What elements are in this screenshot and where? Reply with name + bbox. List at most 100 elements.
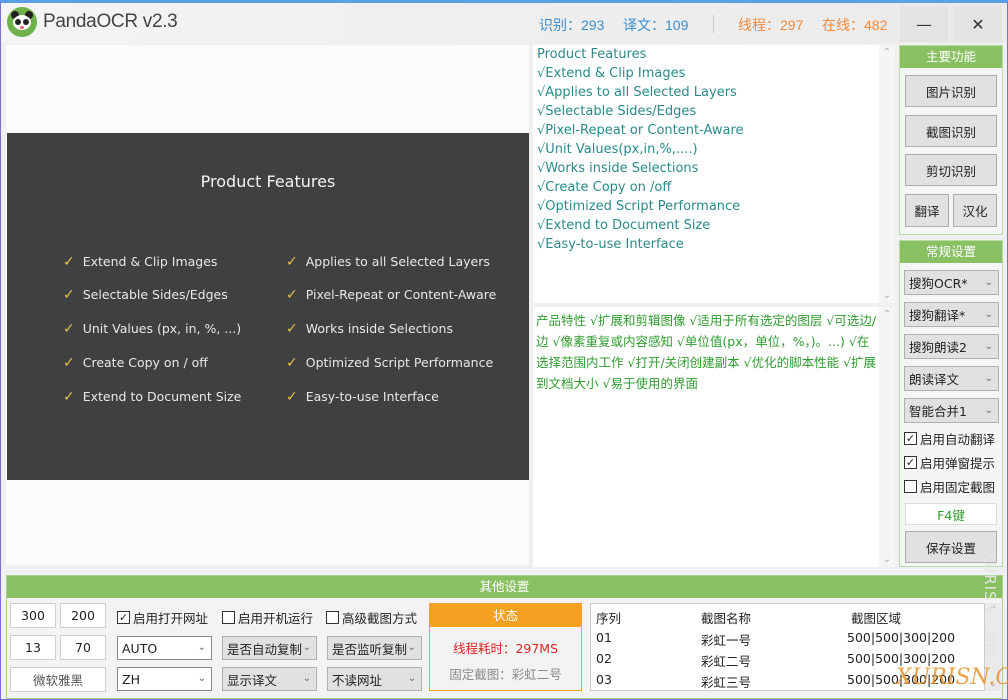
panda-logo-icon — [7, 7, 37, 37]
target-language-select[interactable]: ZH ⌄ — [117, 667, 212, 691]
stats-divider — [713, 15, 714, 33]
checkbox-empty-icon — [326, 611, 339, 624]
screenshot-ocr-button[interactable]: 截图识别 — [905, 115, 997, 147]
show-translation-select[interactable]: 显示译文 ⌄ — [222, 667, 317, 691]
startup-checkbox[interactable]: 启用开机运行 — [222, 608, 313, 627]
check-icon: ✓ — [286, 287, 298, 303]
chevron-down-icon: ⌄ — [407, 672, 416, 684]
clipboard-ocr-button[interactable]: 剪切识别 — [905, 154, 997, 186]
ocr-engine-select[interactable]: 搜狗OCR* ⌄ — [904, 270, 999, 295]
general-settings-group: 常规设置 搜狗OCR* ⌄ 搜狗翻译* ⌄ 搜狗朗读2 ⌄ 朗读译文 ⌄ 智能合并1 ⌄ … — [899, 240, 1003, 567]
scroll-up-icon[interactable]: ⌃ — [879, 47, 895, 58]
chevron-down-icon: ⌄ — [984, 372, 993, 384]
check-icon: ✓ — [286, 254, 298, 270]
ocr-line: √Works inside Selections — [537, 161, 699, 176]
height-input[interactable]: 200 — [60, 603, 106, 628]
tts-engine-select[interactable]: 搜狗朗读2 ⌄ — [904, 334, 999, 359]
feature-item: ✓ Works inside Selections — [286, 321, 453, 337]
scroll-down-icon[interactable]: ⌄ — [879, 554, 895, 565]
online-count: 在线：482 — [822, 17, 888, 33]
auto-translate-checkbox[interactable]: ✓ 启用自动翻译 — [904, 429, 995, 448]
checkbox-empty-icon — [222, 611, 235, 624]
chevron-down-icon: ⌄ — [984, 404, 993, 416]
merge-mode-select[interactable]: 智能合并1 ⌄ — [904, 398, 999, 423]
check-icon: ✓ — [63, 254, 75, 270]
popup-hint-checkbox[interactable]: ✓ 启用弹窗提示 — [904, 453, 995, 472]
font-name-input[interactable]: 微软雅黑 — [10, 667, 106, 692]
close-button[interactable]: ✕ — [954, 6, 1002, 42]
read-mode-select[interactable]: 朗读译文 ⌄ — [904, 366, 999, 391]
image-ocr-button[interactable]: 图片识别 — [905, 75, 997, 107]
checkbox-empty-icon — [904, 480, 917, 493]
other-settings-header: 其他设置 — [7, 576, 1002, 598]
ocr-line: √Selectable Sides/Edges — [537, 104, 697, 119]
chevron-down-icon: ⌄ — [984, 276, 993, 288]
chevron-down-icon: ⌄ — [302, 672, 311, 684]
check-icon: ✓ — [286, 389, 298, 405]
translation-scrollbar[interactable]: ⌃ ⌄ — [879, 307, 895, 567]
advanced-capture-checkbox[interactable]: 高级截图方式 — [326, 608, 417, 627]
chevron-down-icon: ⌄ — [984, 340, 993, 352]
chevron-down-icon: ⌄ — [984, 308, 993, 320]
status-header: 状态 — [430, 604, 581, 627]
thread-time-text: 线程耗时：297MS — [452, 641, 559, 656]
ocr-line: √Optimized Script Performance — [537, 199, 741, 214]
translate-engine-select[interactable]: 搜狗翻译* ⌄ — [904, 302, 999, 327]
read-url-select[interactable]: 不读网址 ⌄ — [327, 667, 422, 691]
feature-item: ✓ Extend to Document Size — [63, 389, 242, 405]
translate-count: 译文：109 — [623, 17, 689, 33]
feature-item: ✓ Selectable Sides/Edges — [63, 287, 228, 303]
open-url-checkbox[interactable]: ✓ 启用打开网址 — [117, 608, 208, 627]
ocr-scrollbar[interactable]: ⌃ ⌄ — [879, 45, 895, 303]
ocr-line: √Pixel-Repeat or Content-Aware — [537, 123, 744, 138]
check-icon: ✓ — [63, 321, 75, 337]
translate-button[interactable]: 翻译 — [905, 194, 949, 227]
chevron-down-icon: ⌄ — [197, 672, 206, 684]
hotkey-field[interactable]: F4键 — [905, 503, 997, 525]
listen-copy-select[interactable]: 是否监听复制 ⌄ — [327, 636, 422, 660]
minimize-button[interactable]: — — [900, 6, 948, 42]
watermark-vertical: XURISN.COM — [981, 551, 999, 658]
ocr-line: Product Features — [537, 47, 647, 62]
thread-count: 线程：297 — [738, 17, 804, 33]
main-functions-group: 主要功能 图片识别 截图识别 剪切识别 翻译 汉化 — [899, 45, 1003, 235]
ocr-line: √Applies to all Selected Layers — [537, 85, 737, 100]
source-language-select[interactable]: AUTO ⌄ — [117, 636, 212, 660]
other-settings-group: 其他设置 300 200 13 70 微软雅黑 ✓ 启用打开网址 启用开机运行 高… — [6, 575, 1003, 699]
scroll-down-icon[interactable]: ⌄ — [879, 290, 895, 301]
ocr-line: √Unit Values(px,in,%,....) — [537, 142, 698, 157]
ocr-result-textbox[interactable]: Product Features √Extend & Clip Images √… — [533, 45, 879, 303]
font-size-input[interactable]: 13 — [10, 635, 56, 660]
ocr-line: √Create Copy on /off — [537, 180, 672, 195]
main-functions-header: 主要功能 — [900, 46, 1002, 68]
recognize-count: 识别：293 — [539, 17, 605, 33]
status-panel: 状态 线程耗时：297MS 固定截图：彩虹二号 — [429, 603, 582, 691]
column-header[interactable]: 序列 — [596, 608, 621, 627]
auto-copy-select[interactable]: 是否自动复制 ⌄ — [222, 636, 317, 660]
checkbox-checked-icon: ✓ — [904, 432, 917, 445]
opacity-input[interactable]: 70 — [60, 635, 106, 660]
checkbox-checked-icon: ✓ — [904, 456, 917, 469]
translation-text: 产品特性 √扩展和剪辑图像 √适用于所有选定的图层 √可选边/边 √像素重复或内… — [536, 313, 877, 391]
fixed-capture-checkbox[interactable]: 启用固定截图 — [904, 477, 995, 496]
check-icon: ✓ — [286, 321, 298, 337]
chevron-down-icon: ⌄ — [407, 641, 416, 653]
feature-item: ✓ Create Copy on / off — [63, 355, 208, 371]
width-input[interactable]: 300 — [10, 603, 56, 628]
scroll-up-icon[interactable]: ⌃ — [879, 309, 895, 320]
column-header[interactable]: 截图区域 — [851, 608, 901, 627]
feature-item: ✓ Unit Values (px, in, %, ...) — [63, 321, 242, 337]
ocr-line: √Easy-to-use Interface — [537, 237, 684, 252]
watermark-horizontal: XURISN.COM — [896, 665, 1008, 690]
feature-item: ✓ Applies to all Selected Layers — [286, 254, 490, 270]
column-header[interactable]: 截图名称 — [701, 608, 751, 627]
chevron-down-icon: ⌄ — [197, 641, 206, 653]
checkbox-checked-icon: ✓ — [117, 611, 130, 624]
ocr-line: √Extend & Clip Images — [537, 66, 686, 81]
ocr-line: √Extend to Document Size — [537, 218, 711, 233]
check-icon: ✓ — [286, 355, 298, 371]
localize-button[interactable]: 汉化 — [953, 194, 997, 227]
translation-textbox[interactable]: 产品特性 √扩展和剪辑图像 √适用于所有选定的图层 √可选边/边 √像素重复或内… — [533, 307, 879, 567]
feature-item: ✓ Optimized Script Performance — [286, 355, 494, 371]
chevron-down-icon: ⌄ — [302, 641, 311, 653]
